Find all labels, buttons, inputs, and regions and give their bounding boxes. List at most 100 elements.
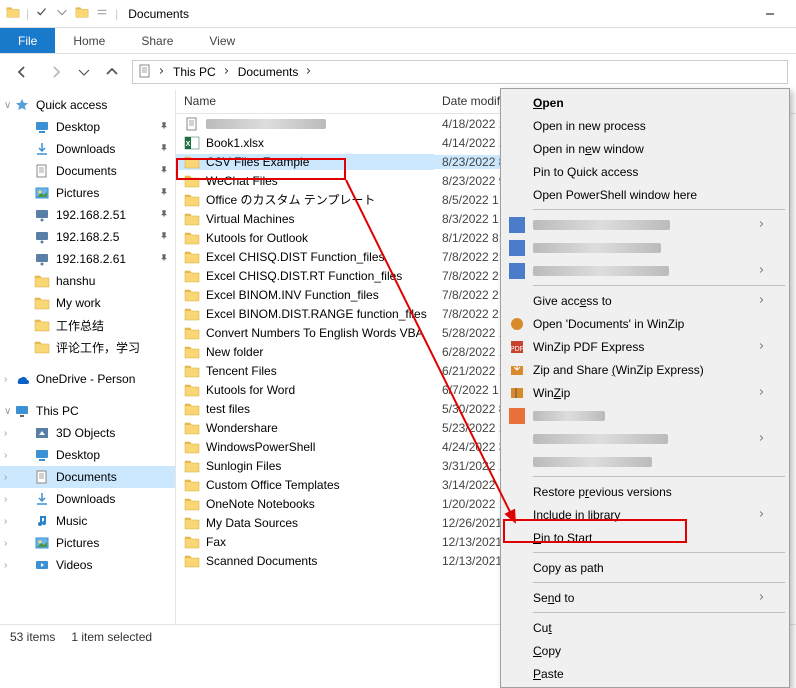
caret-icon[interactable]: ›: [4, 374, 7, 385]
winzip-O-icon: [509, 316, 525, 332]
context-menu-item[interactable]: [503, 404, 787, 427]
context-menu-item[interactable]: PDF WinZip PDF Express: [503, 335, 787, 358]
nav-history-button[interactable]: [76, 58, 92, 86]
context-menu-item[interactable]: Send to: [503, 586, 787, 609]
properties-icon[interactable]: [35, 5, 49, 22]
nav-label: Desktop: [56, 448, 100, 462]
nav-item[interactable]: 192.168.2.51: [0, 204, 175, 226]
context-menu-item[interactable]: Open 'Documents' in WinZip: [503, 312, 787, 335]
context-menu-item[interactable]: Pin to Quick access: [503, 160, 787, 183]
nav-label: 192.168.2.5: [56, 230, 119, 244]
tab-home[interactable]: Home: [55, 28, 123, 53]
context-menu-item[interactable]: [503, 259, 787, 282]
nav-item[interactable]: hanshu: [0, 270, 175, 292]
file-name: Virtual Machines: [206, 212, 295, 226]
menu-separator: [533, 582, 785, 583]
context-menu-item[interactable]: Pin to Start: [503, 526, 787, 549]
new-folder-icon[interactable]: [75, 5, 89, 22]
context-menu-item[interactable]: [503, 427, 787, 450]
submenu-arrow-icon: [757, 218, 767, 232]
folder-icon: [184, 477, 200, 493]
folder-icon: [184, 420, 200, 436]
nav-item[interactable]: › 3D Objects: [0, 422, 175, 444]
context-menu: Open Open in new process Open in new win…: [500, 88, 790, 688]
context-menu-item[interactable]: [503, 213, 787, 236]
nav-item[interactable]: 192.168.2.5: [0, 226, 175, 248]
context-menu-item[interactable]: Open in new window: [503, 137, 787, 160]
context-menu-item[interactable]: Open in new process: [503, 114, 787, 137]
context-menu-item[interactable]: Paste: [503, 662, 787, 685]
nav-item[interactable]: 工作总结: [0, 314, 175, 336]
context-menu-item[interactable]: [503, 450, 787, 473]
caret-icon[interactable]: ›: [4, 560, 7, 571]
caret-icon[interactable]: ›: [4, 428, 7, 439]
tab-share[interactable]: Share: [123, 28, 191, 53]
qat-chevron-icon[interactable]: [55, 5, 69, 22]
menu-label: WinZip: [533, 386, 570, 400]
tab-file[interactable]: File: [0, 28, 55, 53]
nav-item[interactable]: Desktop: [0, 116, 175, 138]
menu-separator: [533, 209, 785, 210]
tab-view[interactable]: View: [191, 28, 253, 53]
caret-icon[interactable]: ∨: [4, 100, 11, 111]
nav-up-button[interactable]: [98, 58, 126, 86]
nav-quick-access[interactable]: ∨ Quick access: [0, 94, 175, 116]
nav-item[interactable]: › Music: [0, 510, 175, 532]
col-name[interactable]: Name: [176, 90, 434, 113]
caret-icon[interactable]: ›: [4, 516, 7, 527]
context-menu-item[interactable]: Open PowerShell window here: [503, 183, 787, 206]
chevron-icon[interactable]: [304, 65, 314, 79]
menu-label: WinZip PDF Express: [533, 340, 644, 354]
nav-item[interactable]: Pictures: [0, 182, 175, 204]
nav-item[interactable]: › Downloads: [0, 488, 175, 510]
folder-icon: [184, 306, 200, 322]
nav-label: Pictures: [56, 186, 99, 200]
pin-icon: [159, 231, 169, 244]
context-menu-item[interactable]: Cut: [503, 616, 787, 639]
context-menu-item[interactable]: Zip and Share (WinZip Express): [503, 358, 787, 381]
menu-label: Paste: [533, 667, 564, 681]
context-menu-item[interactable]: [503, 236, 787, 259]
context-menu-item[interactable]: Open: [503, 91, 787, 114]
address-bar[interactable]: This PC Documents: [132, 60, 788, 84]
caret-icon[interactable]: ∨: [4, 406, 11, 417]
menu-separator: [533, 285, 785, 286]
nav-item[interactable]: › Videos: [0, 554, 175, 576]
nav-back-button[interactable]: [8, 58, 36, 86]
nav-onedrive[interactable]: › OneDrive - Person: [0, 368, 175, 390]
nav-item[interactable]: › Desktop: [0, 444, 175, 466]
caret-icon[interactable]: ›: [4, 450, 7, 461]
context-menu-item[interactable]: Give access to: [503, 289, 787, 312]
nav-item[interactable]: › Pictures: [0, 532, 175, 554]
nav-item[interactable]: Documents: [0, 160, 175, 182]
context-menu-item[interactable]: WinZip: [503, 381, 787, 404]
context-menu-item[interactable]: Include in library: [503, 503, 787, 526]
documents-icon: [137, 63, 153, 82]
caret-icon[interactable]: ›: [4, 538, 7, 549]
nav-item[interactable]: 192.168.2.61: [0, 248, 175, 270]
submenu-arrow-icon: [757, 264, 767, 278]
nav-this-pc[interactable]: ∨ This PC: [0, 400, 175, 422]
chevron-icon[interactable]: [222, 65, 232, 79]
breadcrumb-documents[interactable]: Documents: [236, 65, 301, 79]
nav-forward-button[interactable]: [42, 58, 70, 86]
context-menu-item[interactable]: Copy: [503, 639, 787, 662]
minimize-button[interactable]: [750, 0, 790, 28]
nav-item[interactable]: Downloads: [0, 138, 175, 160]
menu-label: Copy as path: [533, 561, 604, 575]
caret-icon[interactable]: ›: [4, 472, 7, 483]
nav-item[interactable]: › Documents: [0, 466, 175, 488]
chevron-icon[interactable]: [157, 65, 167, 79]
qat-expand-icon[interactable]: [95, 5, 109, 22]
nav-item[interactable]: My work: [0, 292, 175, 314]
context-menu-item[interactable]: Copy as path: [503, 556, 787, 579]
folder-icon: [184, 515, 200, 531]
caret-icon[interactable]: ›: [4, 494, 7, 505]
nav-item[interactable]: 评论工作，学习: [0, 336, 175, 358]
navigation-pane: ∨ Quick access Desktop Downloads Documen…: [0, 90, 176, 624]
nav-label: Videos: [56, 558, 92, 572]
breadcrumb-this-pc[interactable]: This PC: [171, 65, 218, 79]
app4-icon: [509, 408, 525, 424]
breadcrumb-label: This PC: [173, 65, 216, 79]
context-menu-item[interactable]: Restore previous versions: [503, 480, 787, 503]
